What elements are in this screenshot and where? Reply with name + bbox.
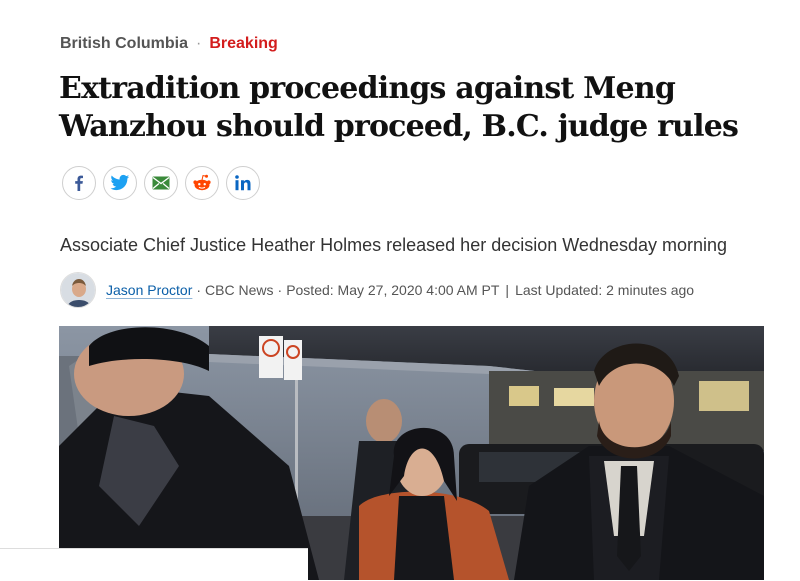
share-twitter-button[interactable] <box>103 166 137 200</box>
share-facebook-button[interactable] <box>62 166 96 200</box>
author-link[interactable]: Jason Proctor <box>106 282 192 298</box>
share-reddit-button[interactable] <box>185 166 219 200</box>
breaking-label: Breaking <box>209 35 278 52</box>
byline: Jason Proctor · CBC News · Posted: May 2… <box>60 272 694 308</box>
byline-separator: · <box>196 282 202 298</box>
article-photo <box>59 326 764 580</box>
linkedin-icon <box>235 175 251 191</box>
byline-updated: Last Updated: 2 minutes ago <box>515 282 695 298</box>
breadcrumb-separator: · <box>196 35 202 52</box>
byline-separator: · <box>277 282 283 298</box>
article-headline: Extradition proceedings against Meng Wan… <box>59 71 739 144</box>
reddit-icon <box>193 174 211 191</box>
share-linkedin-button[interactable] <box>226 166 260 200</box>
author-avatar[interactable] <box>60 272 96 308</box>
floating-panel <box>0 548 308 581</box>
share-bar <box>62 166 260 200</box>
breadcrumb: British Columbia · Breaking <box>60 34 278 54</box>
byline-posted: Posted: May 27, 2020 4:00 AM PT <box>286 282 500 298</box>
category-link[interactable]: British Columbia <box>60 35 188 52</box>
author-photo <box>61 273 95 307</box>
facebook-icon <box>75 175 83 191</box>
byline-source: CBC News <box>205 282 274 298</box>
twitter-icon <box>110 174 130 191</box>
email-icon <box>152 176 170 190</box>
byline-divider: | <box>505 282 510 298</box>
share-email-button[interactable] <box>144 166 178 200</box>
lead-image <box>59 326 764 580</box>
article-deck: Associate Chief Justice Heather Holmes r… <box>60 235 728 255</box>
